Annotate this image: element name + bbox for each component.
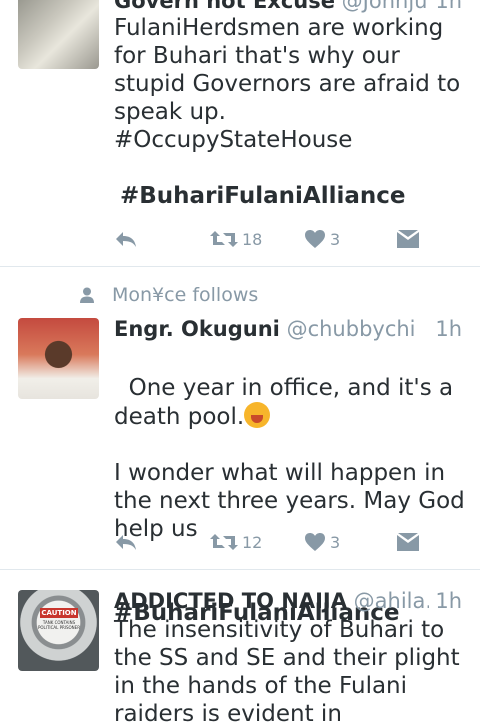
reply-icon: [116, 232, 136, 247]
tweet-header: Engr. Okuguni @chubbychi 1h: [114, 314, 462, 344]
hashtag-link[interactable]: #BuhariFulaniAlliance: [120, 182, 466, 210]
avatar-sign-small: TANK CONTAINS POLITICAL PRISONER: [38, 620, 80, 630]
like-count: 3: [330, 532, 341, 552]
tweet-header: ADDICTED TO NAIJA @ahila... 1h: [114, 586, 462, 616]
tweet-actions: 18 3: [114, 227, 434, 251]
dm-button[interactable]: [397, 227, 419, 251]
like-count: 3: [330, 229, 341, 249]
avatar[interactable]: [18, 0, 99, 69]
avatar[interactable]: CAUTION TANK CONTAINS POLITICAL PRISONER: [18, 590, 99, 671]
reply-button[interactable]: [114, 227, 138, 251]
social-context: Mon¥ce follows: [80, 283, 258, 307]
retweet-icon: [210, 231, 238, 247]
tweet-1[interactable]: Govern not Excuse @Johnju... 1h FulaniHe…: [0, 0, 480, 266]
heart-icon: [305, 230, 325, 248]
tweet-text: FulaniHerdsmen are working for Buhari th…: [114, 15, 461, 153]
direct-message-icon: [397, 533, 419, 551]
like-button[interactable]: 3: [304, 227, 340, 251]
dm-button[interactable]: [397, 530, 419, 554]
person-icon: [80, 287, 94, 303]
retweet-button[interactable]: 12: [210, 530, 262, 554]
tweet-time: 1h: [429, 586, 462, 616]
avatar-sign: CAUTION: [40, 608, 78, 618]
tweet-text-line: One year in office, and it's a death poo…: [114, 375, 461, 430]
user-handle[interactable]: @chubbychi: [287, 317, 416, 341]
retweet-count: 18: [242, 229, 263, 249]
retweet-button[interactable]: 18: [210, 227, 262, 251]
scream-emoji-icon: [244, 402, 271, 428]
reply-icon: [116, 535, 136, 550]
like-button[interactable]: 3: [304, 530, 340, 554]
social-context-text: Mon¥ce follows: [112, 284, 259, 306]
tweet-actions: 12 3: [114, 530, 434, 554]
avatar[interactable]: [18, 318, 99, 399]
user-name[interactable]: Engr. Okuguni: [114, 317, 280, 341]
reply-button[interactable]: [114, 530, 138, 554]
tweet-text: The insensitivity of Buhari to the SS an…: [114, 617, 467, 722]
retweet-icon: [210, 534, 238, 550]
tweet-time: 1h: [429, 314, 462, 344]
user-name[interactable]: Govern not Excuse: [114, 0, 335, 13]
heart-icon: [305, 533, 325, 551]
user-name[interactable]: ADDICTED TO NAIJA: [114, 589, 347, 613]
retweet-count: 12: [242, 532, 263, 552]
direct-message-icon: [397, 230, 419, 248]
